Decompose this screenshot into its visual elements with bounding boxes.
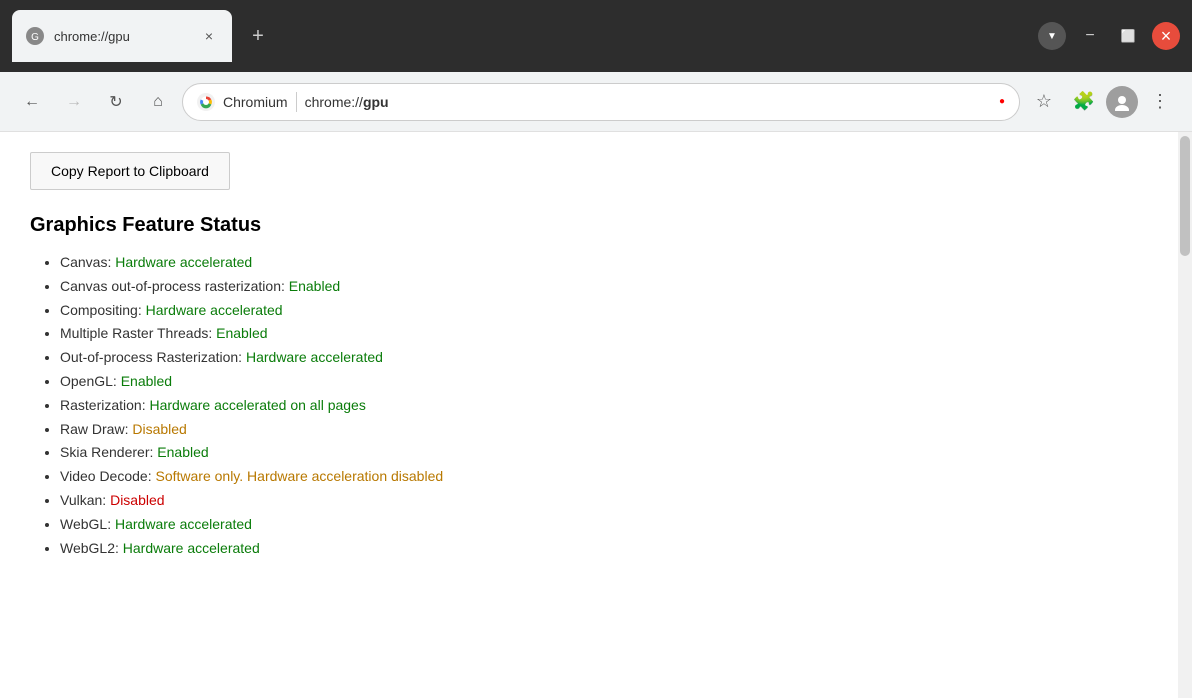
feature-name: Raw Draw:	[60, 421, 132, 437]
feature-name: Vulkan:	[60, 492, 110, 508]
list-item: Vulkan: Disabled	[60, 489, 1148, 513]
menu-button[interactable]: ⋮	[1142, 84, 1178, 120]
scrollbar[interactable]	[1178, 132, 1192, 698]
url-display: chrome://gpu	[305, 94, 991, 110]
minimize-button[interactable]: −	[1076, 22, 1104, 50]
feature-status: Hardware accelerated	[123, 540, 260, 556]
navbar: ← → ↻ ⌂ Chromium chrome://gpu ● ☆ 🧩 ⋮	[0, 72, 1192, 132]
feature-name: Multiple Raster Threads:	[60, 325, 216, 341]
brand-name: Chromium	[223, 94, 288, 110]
list-item: OpenGL: Enabled	[60, 370, 1148, 394]
feature-status: Software only. Hardware acceleration dis…	[155, 468, 443, 484]
feature-status: Disabled	[110, 492, 164, 508]
list-item: Skia Renderer: Enabled	[60, 441, 1148, 465]
tab-favicon: G	[26, 27, 44, 45]
active-tab[interactable]: G chrome://gpu ×	[12, 10, 232, 62]
chrome-dropdown-button[interactable]: ▼	[1038, 22, 1066, 50]
list-item: Canvas out-of-process rasterization: Ena…	[60, 275, 1148, 299]
feature-name: Rasterization:	[60, 397, 149, 413]
feature-status: Enabled	[216, 325, 267, 341]
address-bar[interactable]: Chromium chrome://gpu ●	[182, 83, 1020, 121]
scrollbar-thumb[interactable]	[1180, 136, 1190, 256]
profile-button[interactable]	[1106, 86, 1138, 118]
svg-text:G: G	[31, 32, 39, 43]
address-separator	[296, 92, 297, 112]
section-title: Graphics Feature Status	[30, 214, 1148, 237]
list-item: WebGL2: Hardware accelerated	[60, 537, 1148, 561]
list-item: Video Decode: Software only. Hardware ac…	[60, 465, 1148, 489]
list-item: Out-of-process Rasterization: Hardware a…	[60, 346, 1148, 370]
bookmark-button[interactable]: ☆	[1026, 84, 1062, 120]
feature-status: Hardware accelerated	[146, 302, 283, 318]
chrome-logo-icon	[197, 93, 215, 111]
extensions-button[interactable]: 🧩	[1066, 84, 1102, 120]
list-item: Multiple Raster Threads: Enabled	[60, 322, 1148, 346]
list-item: Rasterization: Hardware accelerated on a…	[60, 394, 1148, 418]
page-content: Copy Report to Clipboard Graphics Featur…	[0, 132, 1192, 698]
close-button[interactable]	[1152, 22, 1180, 50]
home-button[interactable]: ⌂	[140, 84, 176, 120]
url-prefix: chrome://	[305, 94, 363, 110]
feature-name: Compositing:	[60, 302, 146, 318]
tab-title: chrome://gpu	[54, 29, 190, 44]
maximize-button[interactable]: ⬜	[1114, 22, 1142, 50]
feature-status: Hardware accelerated	[246, 349, 383, 365]
feature-name: WebGL:	[60, 516, 115, 532]
titlebar: G chrome://gpu × + ▼ − ⬜	[0, 0, 1192, 72]
feature-name: Video Decode:	[60, 468, 155, 484]
feature-status: Hardware accelerated on all pages	[149, 397, 365, 413]
feature-name: Canvas out-of-process rasterization:	[60, 278, 289, 294]
tab-close-button[interactable]: ×	[200, 27, 218, 45]
feature-list: Canvas: Hardware acceleratedCanvas out-o…	[30, 251, 1148, 560]
back-button[interactable]: ←	[14, 84, 50, 120]
feature-name: Out-of-process Rasterization:	[60, 349, 246, 365]
feature-status: Enabled	[121, 373, 172, 389]
list-item: WebGL: Hardware accelerated	[60, 513, 1148, 537]
list-item: Canvas: Hardware accelerated	[60, 251, 1148, 275]
feature-status: Hardware accelerated	[115, 254, 252, 270]
window-controls: ▼ − ⬜	[1038, 22, 1180, 50]
refresh-button[interactable]: ↻	[98, 84, 134, 120]
red-indicator: ●	[999, 96, 1005, 107]
feature-status: Enabled	[289, 278, 340, 294]
list-item: Compositing: Hardware accelerated	[60, 299, 1148, 323]
main-content: Copy Report to Clipboard Graphics Featur…	[0, 132, 1178, 698]
feature-name: Skia Renderer:	[60, 444, 157, 460]
feature-status: Enabled	[157, 444, 208, 460]
nav-actions: ☆ 🧩 ⋮	[1026, 84, 1178, 120]
feature-status: Disabled	[132, 421, 186, 437]
profile-icon	[1113, 93, 1131, 111]
list-item: Raw Draw: Disabled	[60, 418, 1148, 442]
feature-name: WebGL2:	[60, 540, 123, 556]
feature-status: Hardware accelerated	[115, 516, 252, 532]
feature-name: Canvas:	[60, 254, 115, 270]
new-tab-button[interactable]: +	[240, 18, 276, 54]
feature-name: OpenGL:	[60, 373, 121, 389]
url-path: gpu	[363, 94, 389, 110]
forward-button[interactable]: →	[56, 84, 92, 120]
copy-report-button[interactable]: Copy Report to Clipboard	[30, 152, 230, 190]
